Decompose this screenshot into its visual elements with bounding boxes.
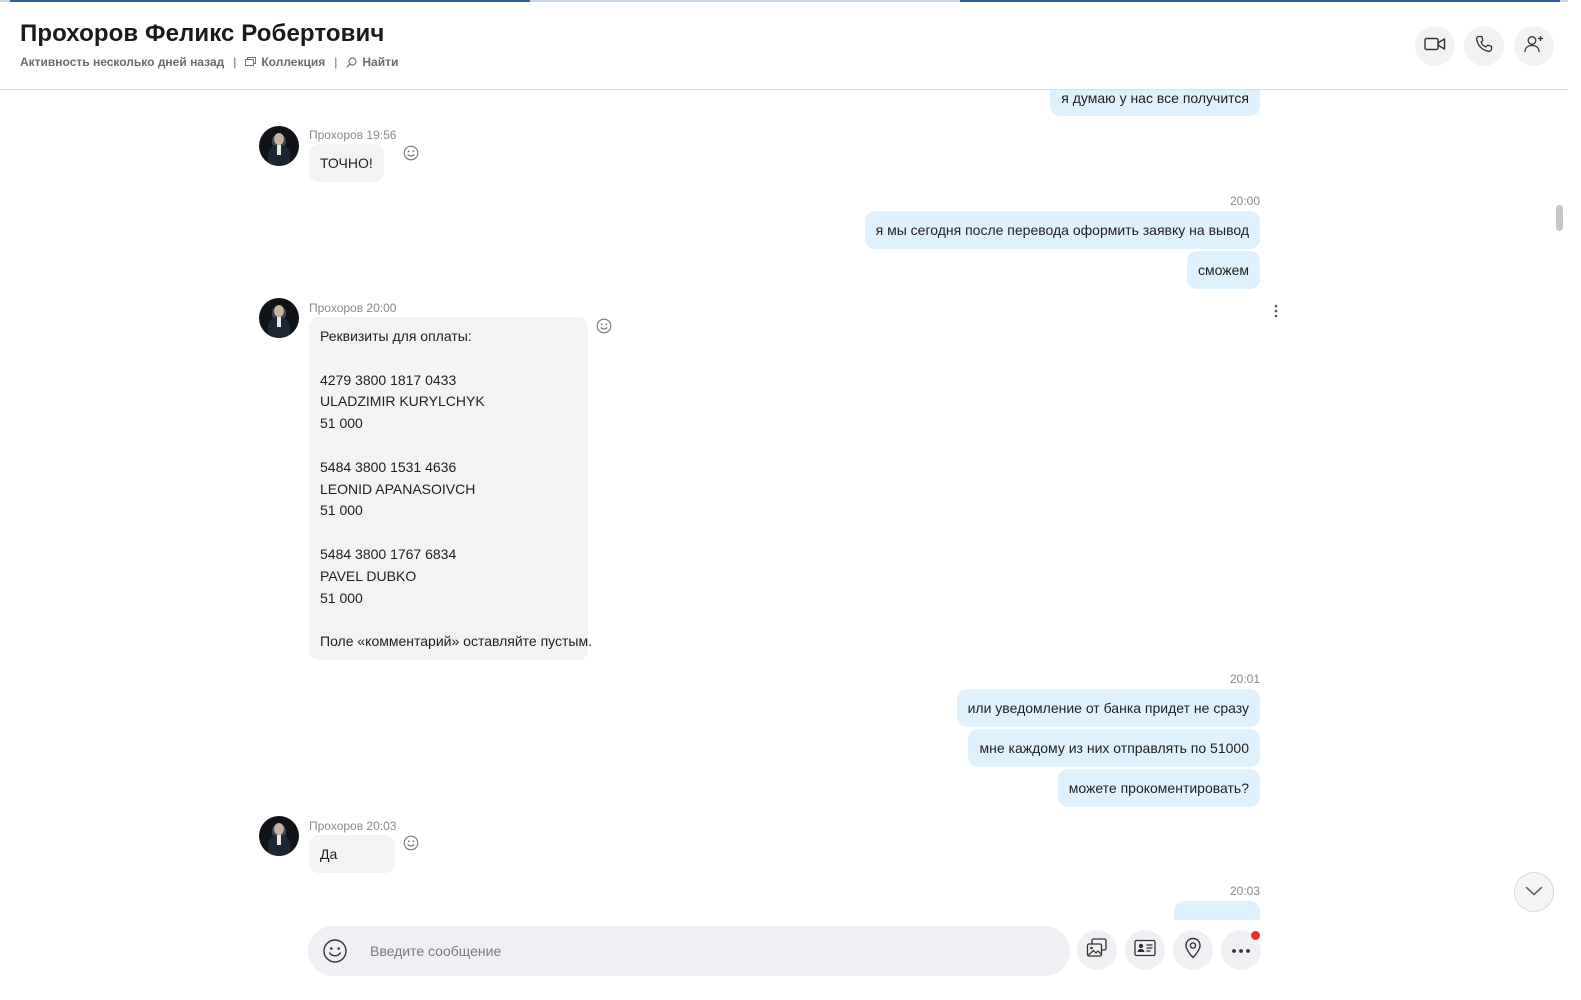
message-outgoing[interactable]: можете прокоментировать? [1057, 769, 1260, 807]
collection-link[interactable]: Коллекция [245, 55, 325, 69]
message-time: 20:03 [1229, 884, 1260, 898]
activity-status: Активность несколько дней назад [20, 55, 225, 69]
search-icon [346, 56, 357, 68]
message-outgoing[interactable]: или уведомление от банка придет не сразу [956, 689, 1260, 727]
message-outgoing[interactable]: я мы сегодня после перевода оформить зая… [864, 211, 1260, 249]
video-call-button[interactable] [1415, 26, 1455, 66]
avatar[interactable] [259, 298, 299, 338]
message-time: 20:00 [1229, 194, 1260, 208]
message-incoming[interactable]: Реквизиты для оплаты: 4279 3800 1817 043… [309, 317, 592, 660]
add-person-icon [1524, 35, 1544, 58]
message-sender-time: Прохоров 20:03 [309, 819, 397, 833]
contact-subline: Активность несколько дней назад | Коллек… [20, 55, 398, 69]
more-options-icon [1231, 941, 1251, 959]
location-button[interactable] [1173, 930, 1213, 970]
add-reaction-icon[interactable] [403, 145, 419, 161]
notification-dot [1251, 931, 1260, 940]
contact-name: Прохоров Феликс Робертович [20, 20, 385, 47]
message-incoming[interactable]: Да [309, 835, 395, 873]
message-outgoing[interactable]: я думаю у нас все получится [1050, 90, 1260, 116]
find-label: Найти [362, 55, 399, 69]
message-list: я думаю у нас все получится Прохоров 19:… [0, 90, 1568, 920]
add-reaction-icon[interactable] [596, 318, 612, 334]
divider: | [233, 55, 237, 69]
avatar[interactable] [259, 126, 299, 166]
contact-card-button[interactable] [1125, 930, 1165, 970]
gallery-icon [245, 57, 257, 67]
message-composer [308, 926, 1070, 976]
scroll-to-bottom-button[interactable] [1514, 872, 1554, 912]
find-link[interactable]: Найти [346, 55, 398, 69]
collection-label: Коллекция [261, 55, 326, 69]
message-incoming[interactable]: ТОЧНО! [309, 144, 384, 182]
add-person-button[interactable] [1514, 26, 1554, 66]
message-time: 20:01 [1229, 672, 1260, 686]
message-sender-time: Прохоров 19:56 [309, 128, 397, 142]
message-input[interactable] [370, 926, 1050, 976]
audio-call-icon [1475, 35, 1493, 58]
message-more-icon[interactable] [1270, 303, 1282, 319]
message-outgoing[interactable]: сможем [1186, 251, 1260, 289]
chevron-down-icon [1525, 883, 1543, 901]
emoji-icon[interactable] [322, 938, 348, 964]
message-outgoing[interactable] [1174, 901, 1260, 920]
video-call-icon [1424, 36, 1446, 57]
avatar[interactable] [259, 816, 299, 856]
location-pin-icon [1184, 937, 1202, 964]
message-outgoing[interactable]: мне каждому из них отправлять по 51000 [968, 729, 1260, 767]
contact-card-icon [1134, 939, 1156, 962]
media-gallery-icon [1086, 937, 1108, 963]
divider: | [334, 55, 338, 69]
chat-header: Прохоров Феликс Робертович Активность не… [0, 2, 1568, 90]
message-sender-time: Прохоров 20:00 [309, 301, 397, 315]
add-reaction-icon[interactable] [403, 835, 419, 851]
media-gallery-button[interactable] [1077, 930, 1117, 970]
audio-call-button[interactable] [1464, 26, 1504, 66]
